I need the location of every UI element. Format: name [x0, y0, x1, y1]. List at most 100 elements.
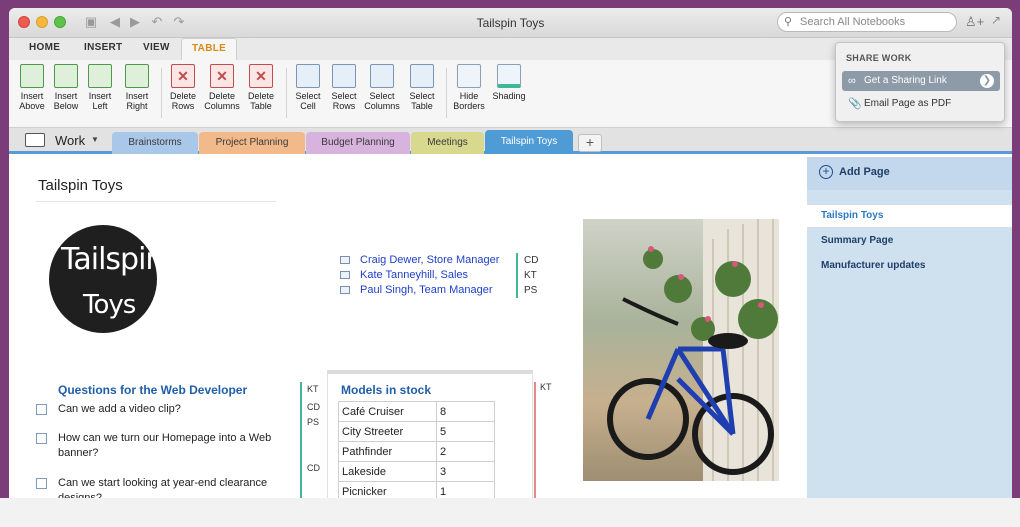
- contact-name[interactable]: Paul Singh, Team Manager: [360, 284, 493, 296]
- select-columns-button[interactable]: Select Columns: [362, 64, 402, 111]
- tag-label: KT: [540, 382, 552, 392]
- title-underline: [36, 201, 276, 202]
- logo-text-line1: Tailspin: [61, 242, 164, 277]
- page-canvas[interactable]: Tailspin Toys Tailspin Toys Craig Dewer,…: [9, 157, 807, 498]
- ribbon-divider: [161, 68, 162, 118]
- model-name[interactable]: Pathfinder: [338, 441, 437, 462]
- question-text[interactable]: Can we start looking at year-end clearan…: [58, 476, 288, 498]
- question-text[interactable]: Can we add a video clip?: [58, 402, 288, 417]
- button-label: Columns: [204, 101, 240, 111]
- tag-label: KT: [307, 384, 319, 394]
- question-text[interactable]: How can we turn our Homepage into a Web …: [58, 431, 288, 461]
- model-name[interactable]: Picnicker: [338, 481, 437, 498]
- insert-right-button[interactable]: Insert Right: [117, 64, 157, 111]
- option-label: Get a Sharing Link: [864, 75, 947, 86]
- page-list-pane: + Add Page Tailspin Toys Summary Page Ma…: [807, 157, 1012, 498]
- delete-columns-button[interactable]: ✕ Delete Columns: [202, 64, 242, 111]
- models-heading[interactable]: Models in stock: [341, 383, 431, 397]
- notebook-name[interactable]: Work: [55, 133, 85, 148]
- contact-row[interactable]: Craig Dewer, Store Manager CD: [340, 253, 538, 268]
- app-window: ▣ ◀ ▶ ↶ ↷ Tailspin Toys ⚲ Search All Not…: [9, 8, 1012, 498]
- button-label: Delete: [169, 91, 196, 101]
- page-list-item-manufacturer-updates[interactable]: Manufacturer updates: [807, 255, 1012, 277]
- option-label: Email Page as PDF: [864, 98, 952, 109]
- model-qty[interactable]: 5: [436, 421, 495, 442]
- select-rows-button[interactable]: Select Rows: [324, 64, 364, 111]
- insert-below-icon: [54, 64, 78, 88]
- table-row: Lakeside 3: [338, 461, 495, 482]
- email-page-as-pdf-option[interactable]: 📎 Email Page as PDF: [842, 94, 1000, 114]
- select-table-icon: [410, 64, 434, 88]
- select-cell-icon: [296, 64, 320, 88]
- contact-name[interactable]: Craig Dewer, Store Manager: [360, 254, 499, 266]
- add-page-button[interactable]: + Add Page: [807, 157, 1012, 190]
- share-icon[interactable]: ♙+: [965, 14, 984, 30]
- button-label: Borders: [453, 101, 485, 111]
- tab-view[interactable]: VIEW: [143, 42, 170, 53]
- paint-bucket-icon: [497, 64, 521, 88]
- todo-checkbox[interactable]: [36, 433, 47, 444]
- add-section-button[interactable]: +: [578, 134, 602, 152]
- select-table-button[interactable]: Select Table: [402, 64, 442, 111]
- page-list-item-summary[interactable]: Summary Page: [807, 230, 1012, 252]
- model-name[interactable]: Café Cruiser: [338, 401, 437, 422]
- contact-card-icon: [340, 256, 350, 265]
- section-tab-project-planning[interactable]: Project Planning: [199, 132, 305, 154]
- model-qty[interactable]: 8: [436, 401, 495, 422]
- button-label: Rows: [171, 101, 195, 111]
- get-sharing-link-option[interactable]: ∞ Get a Sharing Link ❯: [842, 71, 1000, 91]
- search-input[interactable]: ⚲ Search All Notebooks: [777, 12, 957, 32]
- paperclip-icon: 📎: [848, 98, 862, 110]
- contact-name[interactable]: Kate Tanneyhill, Sales: [360, 269, 468, 281]
- contact-tag: CD: [516, 253, 538, 268]
- delete-table-icon: ✕: [249, 64, 273, 88]
- shading-button[interactable]: Shading: [489, 64, 529, 101]
- table-row: Picnicker 1: [338, 481, 495, 498]
- section-tab-meetings[interactable]: Meetings: [411, 132, 484, 154]
- model-qty[interactable]: 1: [436, 481, 495, 498]
- button-label: Columns: [364, 101, 400, 111]
- page-list-item-tailspin-toys[interactable]: Tailspin Toys: [807, 205, 1012, 227]
- bicycle-photo[interactable]: [583, 219, 779, 481]
- contact-row[interactable]: Paul Singh, Team Manager PS: [340, 283, 537, 298]
- button-label: Table: [250, 101, 272, 111]
- button-label: Select: [409, 91, 435, 101]
- todo-checkbox[interactable]: [36, 478, 47, 489]
- section-tab-brainstorms[interactable]: Brainstorms: [112, 132, 198, 154]
- insert-left-icon: [88, 64, 112, 88]
- logo-text-line2: Toys: [83, 290, 136, 320]
- model-name[interactable]: Lakeside: [338, 461, 437, 482]
- tab-home[interactable]: HOME: [29, 42, 60, 53]
- model-qty[interactable]: 3: [436, 461, 495, 482]
- page-title[interactable]: Tailspin Toys: [38, 177, 123, 194]
- tag-label: PS: [307, 417, 320, 427]
- button-label: Delete: [247, 91, 274, 101]
- chevron-down-icon[interactable]: ▼: [91, 135, 99, 144]
- todo-checkbox[interactable]: [36, 404, 47, 415]
- questions-heading[interactable]: Questions for the Web Developer: [58, 383, 247, 397]
- contact-row[interactable]: Kate Tanneyhill, Sales KT: [340, 268, 537, 283]
- button-label: Select: [369, 91, 395, 101]
- question-tags: KT CD PS CD: [300, 382, 322, 498]
- delete-rows-button[interactable]: ✕ Delete Rows: [163, 64, 203, 111]
- delete-table-button[interactable]: ✕ Delete Table: [241, 64, 281, 111]
- insert-left-button[interactable]: Insert Left: [80, 64, 120, 111]
- expand-icon[interactable]: ↗: [991, 13, 1001, 27]
- models-table[interactable]: Café Cruiser 8 City Streeter 5 Pathfinder 2…: [338, 401, 495, 498]
- tag-label: CD: [307, 402, 320, 412]
- models-tag: KT: [534, 382, 552, 498]
- button-label: Rows: [332, 101, 356, 111]
- search-placeholder: Search All Notebooks: [800, 16, 906, 28]
- hide-borders-button[interactable]: Hide Borders: [449, 64, 489, 111]
- share-work-menu: SHARE WORK ∞ Get a Sharing Link ❯ 📎 Emai…: [835, 42, 1005, 122]
- section-tab-budget-planning[interactable]: Budget Planning: [306, 132, 410, 154]
- select-columns-icon: [370, 64, 394, 88]
- model-name[interactable]: City Streeter: [338, 421, 437, 442]
- notebook-icon[interactable]: [25, 133, 45, 147]
- select-cell-button[interactable]: Select Cell: [288, 64, 328, 111]
- tab-insert[interactable]: INSERT: [84, 42, 122, 53]
- section-tab-tailspin-toys[interactable]: Tailspin Toys: [485, 130, 573, 154]
- model-qty[interactable]: 2: [436, 441, 495, 462]
- contact-card-icon: [340, 286, 350, 295]
- tab-table[interactable]: TABLE: [181, 38, 238, 60]
